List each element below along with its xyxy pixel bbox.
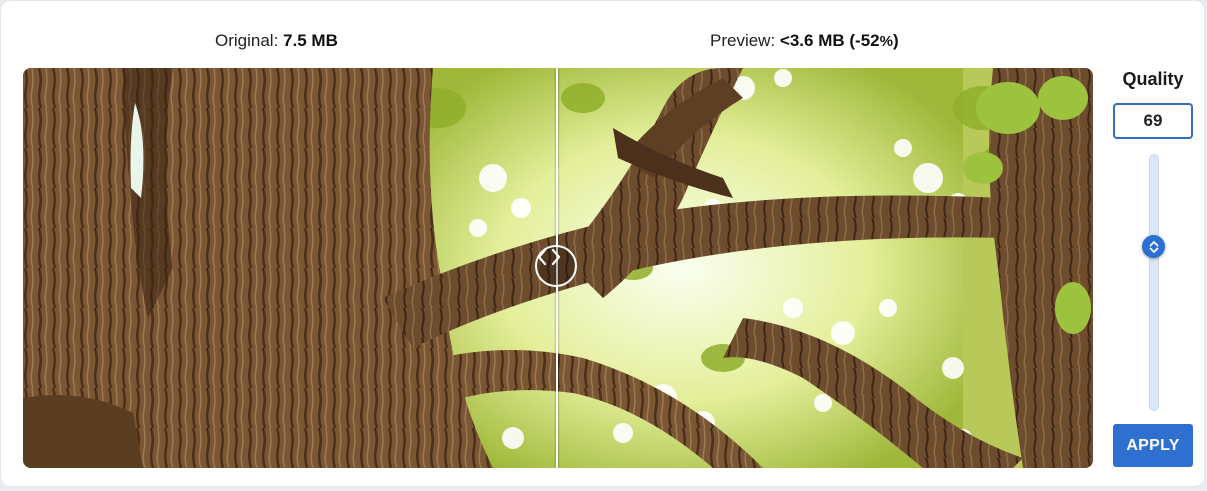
preview-size-value: <3.6 MB (-52%) (780, 31, 899, 50)
original-size-value: 7.5 MB (283, 31, 338, 50)
image-compare-viewer[interactable] (23, 68, 1093, 468)
quality-slider-thumb[interactable] (1142, 235, 1165, 258)
compare-handle[interactable] (535, 245, 577, 287)
quality-title: Quality (1122, 69, 1184, 89)
preview-percent-sign: % (879, 33, 893, 50)
apply-button[interactable]: APPLY (1113, 424, 1193, 467)
preview-size-label: Preview: <3.6 MB (-52%) (710, 31, 899, 51)
preview-prefix: Preview: (710, 31, 776, 50)
original-size-label: Original: 7.5 MB (215, 31, 338, 51)
quality-input[interactable] (1113, 103, 1193, 139)
chevron-up-down-icon (1149, 240, 1158, 253)
preview-close-paren: ) (892, 31, 899, 50)
preview-size-text: <3.6 MB (-52 (779, 31, 880, 50)
quality-slider-track[interactable] (1149, 154, 1159, 411)
original-prefix: Original: (215, 31, 279, 50)
compression-preview-card: Original: 7.5 MB Preview: <3.6 MB (-52%) (0, 0, 1205, 487)
chevron-left-right-icon (537, 248, 561, 266)
